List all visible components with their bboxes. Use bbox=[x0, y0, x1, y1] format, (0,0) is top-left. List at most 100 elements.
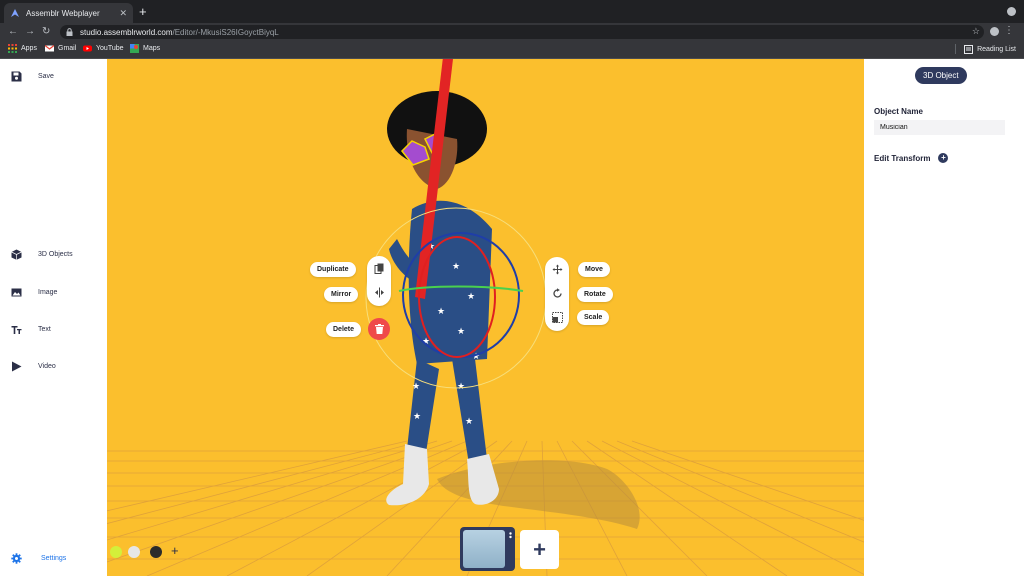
new-tab-button[interactable]: + bbox=[139, 5, 147, 18]
sidebar-item-image[interactable]: Image bbox=[11, 287, 57, 298]
cube-icon bbox=[11, 249, 22, 260]
bookmark-label: Apps bbox=[21, 45, 37, 52]
move-button[interactable] bbox=[545, 257, 569, 281]
maps-icon bbox=[130, 44, 139, 53]
add-color-button[interactable]: + bbox=[171, 543, 179, 558]
object-type-badge: 3D Object bbox=[915, 67, 967, 84]
add-scene-button[interactable]: + bbox=[520, 530, 559, 569]
youtube-icon bbox=[83, 45, 92, 52]
color-swatch-light-gray[interactable] bbox=[128, 546, 140, 558]
save-icon bbox=[11, 71, 22, 82]
sidebar-label: Video bbox=[38, 363, 56, 370]
assemblr-favicon-icon bbox=[10, 8, 20, 18]
edit-transform-label: Edit Transform bbox=[874, 153, 931, 163]
play-icon bbox=[12, 361, 22, 372]
bookmark-label: YouTube bbox=[96, 45, 124, 52]
bookmark-youtube[interactable]: YouTube bbox=[83, 44, 124, 53]
move-label-button[interactable]: Move bbox=[578, 262, 610, 277]
edit-transform-toggle[interactable]: Edit Transform + bbox=[874, 153, 949, 163]
svg-text:★: ★ bbox=[465, 417, 473, 427]
scale-label-button[interactable]: Scale bbox=[577, 310, 610, 325]
sidebar-label: Image bbox=[38, 289, 58, 296]
delete-label-button[interactable]: Delete bbox=[326, 322, 362, 337]
object-name-label: Object Name bbox=[874, 107, 923, 116]
bookmarks-bar: Apps Gmail YouTube Maps Reading List bbox=[0, 41, 1024, 59]
gear-icon bbox=[11, 553, 22, 564]
bookmark-label: Gmail bbox=[58, 45, 77, 52]
rotate-icon bbox=[552, 287, 562, 298]
tab-close-icon[interactable]: ✕ bbox=[119, 8, 127, 19]
sidebar-item-save[interactable]: Save bbox=[11, 71, 54, 82]
gmail-icon bbox=[45, 45, 54, 52]
sidebar: Save 3D Objects Image Text Video Setting… bbox=[0, 59, 107, 576]
scale-button[interactable] bbox=[545, 305, 569, 329]
color-swatch-black[interactable] bbox=[150, 546, 162, 558]
scene-thumbnail[interactable] bbox=[460, 527, 515, 571]
svg-text:★: ★ bbox=[437, 307, 445, 317]
sidebar-label: Text bbox=[38, 326, 51, 333]
bookmark-label: Maps bbox=[143, 45, 161, 52]
browser-tabbar: Assemblr Webplayer ✕ + bbox=[0, 0, 1024, 23]
properties-panel: 3D Object Object Name Edit Transform + bbox=[864, 59, 1024, 576]
reading-list[interactable]: Reading List bbox=[955, 44, 1016, 54]
back-icon[interactable]: ← bbox=[8, 25, 18, 39]
image-icon bbox=[11, 288, 22, 297]
object-name-input[interactable] bbox=[874, 120, 1005, 135]
color-swatch-lime[interactable] bbox=[110, 546, 122, 558]
sidebar-item-video[interactable]: Video bbox=[11, 361, 56, 372]
trash-icon bbox=[374, 324, 384, 334]
lock-icon bbox=[66, 28, 73, 36]
right-tool-column bbox=[545, 257, 569, 331]
reading-list-label: Reading List bbox=[977, 45, 1016, 53]
mirror-icon bbox=[374, 287, 384, 297]
background-color-picker: + bbox=[108, 541, 186, 563]
scene-options-icon[interactable] bbox=[509, 532, 512, 542]
url-path: /Editor/-MkusiS26IGoyctBiyqL bbox=[172, 27, 279, 37]
scale-icon bbox=[551, 311, 563, 323]
character-shadow bbox=[437, 460, 640, 529]
apps-grid-icon bbox=[8, 44, 17, 53]
sidebar-item-settings[interactable]: Settings bbox=[11, 553, 66, 564]
svg-text:★: ★ bbox=[452, 262, 460, 272]
bookmark-star-icon[interactable]: ☆ bbox=[972, 26, 980, 37]
move-icon bbox=[552, 264, 562, 274]
address-bar[interactable]: studio.assemblrworld.com/Editor/-MkusiS2… bbox=[60, 25, 984, 39]
tab-title: Assemblr Webplayer bbox=[26, 8, 100, 18]
reading-list-icon bbox=[964, 44, 974, 54]
svg-text:★: ★ bbox=[467, 292, 475, 302]
sidebar-label: Settings bbox=[41, 555, 67, 562]
mirror-label-button[interactable]: Mirror bbox=[324, 287, 359, 302]
bookmark-apps[interactable]: Apps bbox=[8, 44, 37, 53]
expand-plus-icon[interactable]: + bbox=[938, 153, 949, 163]
url-host: studio.assemblrworld.com bbox=[80, 27, 173, 37]
browser-tab[interactable]: Assemblr Webplayer ✕ bbox=[4, 3, 133, 23]
svg-text:★: ★ bbox=[412, 382, 420, 392]
forward-icon[interactable]: → bbox=[25, 25, 35, 39]
browser-toolbar: ← → ↻ studio.assemblrworld.com/Editor/-M… bbox=[0, 23, 1024, 41]
svg-text:★: ★ bbox=[457, 327, 465, 337]
sidebar-label: 3D Objects bbox=[38, 251, 73, 258]
rotate-label-button[interactable]: Rotate bbox=[577, 287, 613, 302]
duplicate-button[interactable] bbox=[367, 256, 391, 280]
chrome-profile-icon[interactable] bbox=[1007, 7, 1016, 16]
3d-viewport[interactable]: ★ ★ ★ ★ ★ ★ ★ ★ ★ ★ ★ bbox=[107, 59, 864, 576]
rotate-button[interactable] bbox=[545, 281, 569, 305]
bookmark-maps[interactable]: Maps bbox=[130, 44, 160, 53]
kebab-menu-icon[interactable]: ⋮ bbox=[1004, 25, 1014, 36]
left-tool-column bbox=[367, 256, 391, 306]
text-icon bbox=[11, 326, 22, 334]
sidebar-item-3d-objects[interactable]: 3D Objects bbox=[11, 249, 73, 260]
reload-icon[interactable]: ↻ bbox=[42, 25, 50, 39]
mirror-button[interactable] bbox=[367, 280, 391, 304]
account-icon[interactable] bbox=[990, 27, 999, 36]
bookmark-gmail[interactable]: Gmail bbox=[45, 44, 76, 53]
delete-button[interactable] bbox=[368, 318, 390, 340]
sidebar-item-text[interactable]: Text bbox=[11, 324, 51, 335]
duplicate-label-button[interactable]: Duplicate bbox=[310, 262, 356, 277]
scene-canvas[interactable]: ★ ★ ★ ★ ★ ★ ★ ★ ★ ★ ★ bbox=[107, 59, 864, 576]
svg-text:★: ★ bbox=[457, 382, 465, 392]
sidebar-label: Save bbox=[38, 73, 54, 80]
scene-preview-image bbox=[463, 530, 505, 568]
svg-text:★: ★ bbox=[413, 412, 421, 422]
duplicate-icon bbox=[374, 263, 383, 274]
